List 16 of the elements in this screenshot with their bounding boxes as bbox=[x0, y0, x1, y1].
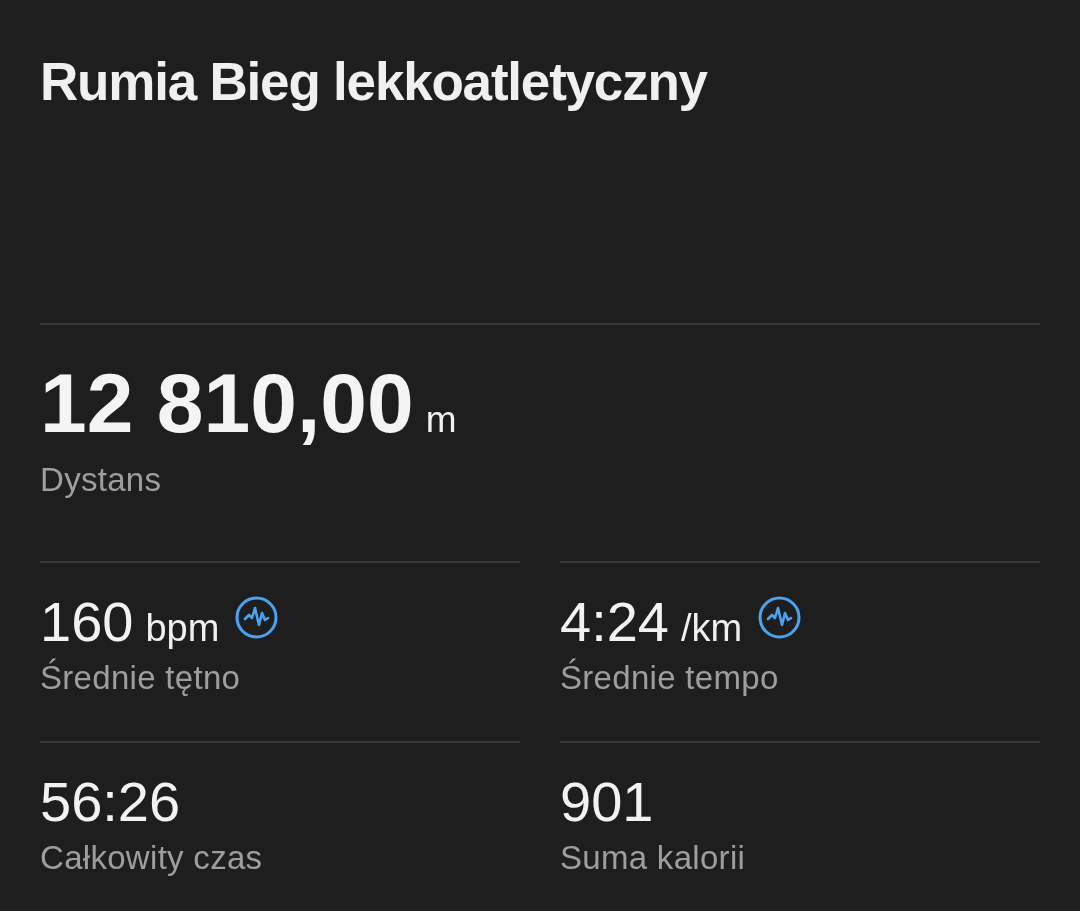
stat-label: Całkowity czas bbox=[40, 839, 263, 877]
pulse-chart-icon[interactable] bbox=[235, 596, 279, 639]
stat-label: Suma kalorii bbox=[560, 839, 746, 877]
stat-value: 160 bbox=[40, 593, 134, 651]
distance-value: 12 810,00 bbox=[40, 361, 414, 445]
stat-label: Średnie tempo bbox=[560, 659, 779, 697]
stat-unit: /km bbox=[681, 608, 743, 648]
stat-value: 901 bbox=[560, 773, 654, 831]
distance-label: Dystans bbox=[40, 461, 162, 499]
stat-value: 56:26 bbox=[40, 773, 181, 831]
distance-unit: m bbox=[425, 401, 457, 439]
activity-title: Rumia Bieg lekkoatletyczny bbox=[40, 51, 707, 113]
stat-label: Średnie tętno bbox=[40, 659, 241, 697]
stat-unit: bpm bbox=[145, 608, 220, 648]
stat-value: 4:24 bbox=[560, 593, 669, 651]
pulse-chart-icon[interactable] bbox=[758, 596, 802, 639]
